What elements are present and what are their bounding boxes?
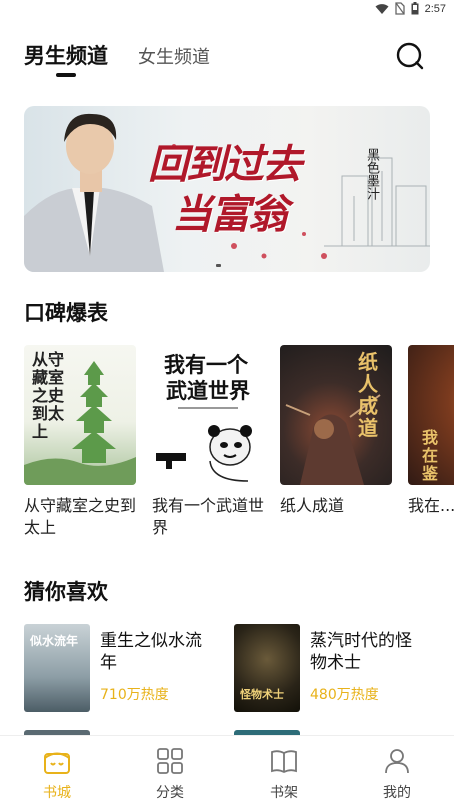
nav-label: 我的: [383, 785, 411, 801]
tab-female-channel[interactable]: 女生频道: [138, 43, 210, 69]
promo-banner[interactable]: 回到过去 当富翁 黑色墨汁: [24, 106, 430, 272]
status-bar: 2:57: [0, 0, 454, 20]
koubei-book-list: 从守藏室之史到太上 从守藏室之史到太上 我有一个 武道世界 我有一个武道世界 纸…: [24, 345, 454, 545]
wifi-icon: [375, 3, 389, 14]
book-title: 从守藏室之史到太上: [24, 496, 137, 537]
cover-title: 我在鉴: [422, 428, 439, 483]
banner-author: 黑色墨汁: [364, 148, 379, 200]
banner-title-line2: 当富翁: [172, 192, 288, 238]
banner-page-indicator: [216, 264, 221, 267]
cover-art-panda: [156, 407, 252, 482]
book-card[interactable]: 从守藏室之史到太上 从守藏室之史到太上: [24, 345, 136, 539]
no-sim-icon: [394, 2, 405, 15]
tab-male-channel[interactable]: 男生频道: [24, 40, 108, 70]
bookstore-icon: [44, 752, 70, 774]
section-title-guess: 猜你喜欢: [24, 580, 108, 604]
book-cover: 怪物术士: [234, 624, 300, 712]
section-title-koubei: 口碑爆表: [24, 301, 108, 325]
book-cover: 纸人成道: [280, 345, 392, 485]
active-tab-indicator: [56, 73, 76, 77]
nav-label: 书城: [43, 785, 71, 801]
guess-list-item[interactable]: 似水流年 重生之似水流年 710万热度: [24, 624, 224, 714]
bookshelf-icon: [271, 750, 297, 774]
book-cover: 我有一个 武道世界: [152, 345, 264, 485]
guess-list-item[interactable]: 怪物术士 蒸汽时代的怪物术士 480万热度: [234, 624, 434, 714]
cover-title: 怪物术士: [240, 688, 284, 701]
guess-book-title: 重生之似水流年: [100, 631, 202, 673]
cover-title: 似水流年: [30, 634, 79, 648]
book-cover: 从守藏室之史到太上: [24, 345, 136, 485]
status-time: 2:57: [424, 2, 446, 15]
battery-icon: [411, 2, 419, 15]
book-title: 我有一个武道世界: [152, 496, 265, 537]
guess-book-heat: 480万热度: [310, 687, 379, 703]
book-title: 纸人成道: [280, 496, 345, 515]
status-icons: 2:57: [375, 2, 446, 15]
cover-title: 纸人成道: [358, 350, 378, 440]
nav-item-bookshelf[interactable]: 书架: [254, 746, 314, 802]
guess-book-heat: 710万热度: [100, 687, 169, 703]
book-cover: 我在鉴: [408, 345, 454, 485]
nav-item-category[interactable]: 分类: [140, 746, 200, 802]
category-grid-icon: [157, 748, 183, 774]
profile-icon: [385, 749, 409, 774]
search-icon[interactable]: [396, 42, 424, 70]
nav-label: 书架: [270, 785, 298, 801]
nav-item-profile[interactable]: 我的: [367, 746, 427, 802]
cover-title: 从守藏室之史到太上: [32, 350, 65, 441]
bottom-nav: 书城 分类 书架 我的: [0, 735, 454, 808]
nav-label: 分类: [156, 785, 184, 801]
book-card[interactable]: 我在鉴 我在...的那: [408, 345, 454, 517]
book-title: 我在...的那: [408, 496, 454, 515]
guess-book-title: 蒸汽时代的怪物术士: [310, 631, 412, 673]
book-card[interactable]: 纸人成道 纸人成道: [280, 345, 392, 517]
nav-item-bookstore[interactable]: 书城: [27, 746, 87, 802]
book-cover: 似水流年: [24, 624, 90, 712]
book-card[interactable]: 我有一个 武道世界 我有一个武道世界: [152, 345, 264, 539]
